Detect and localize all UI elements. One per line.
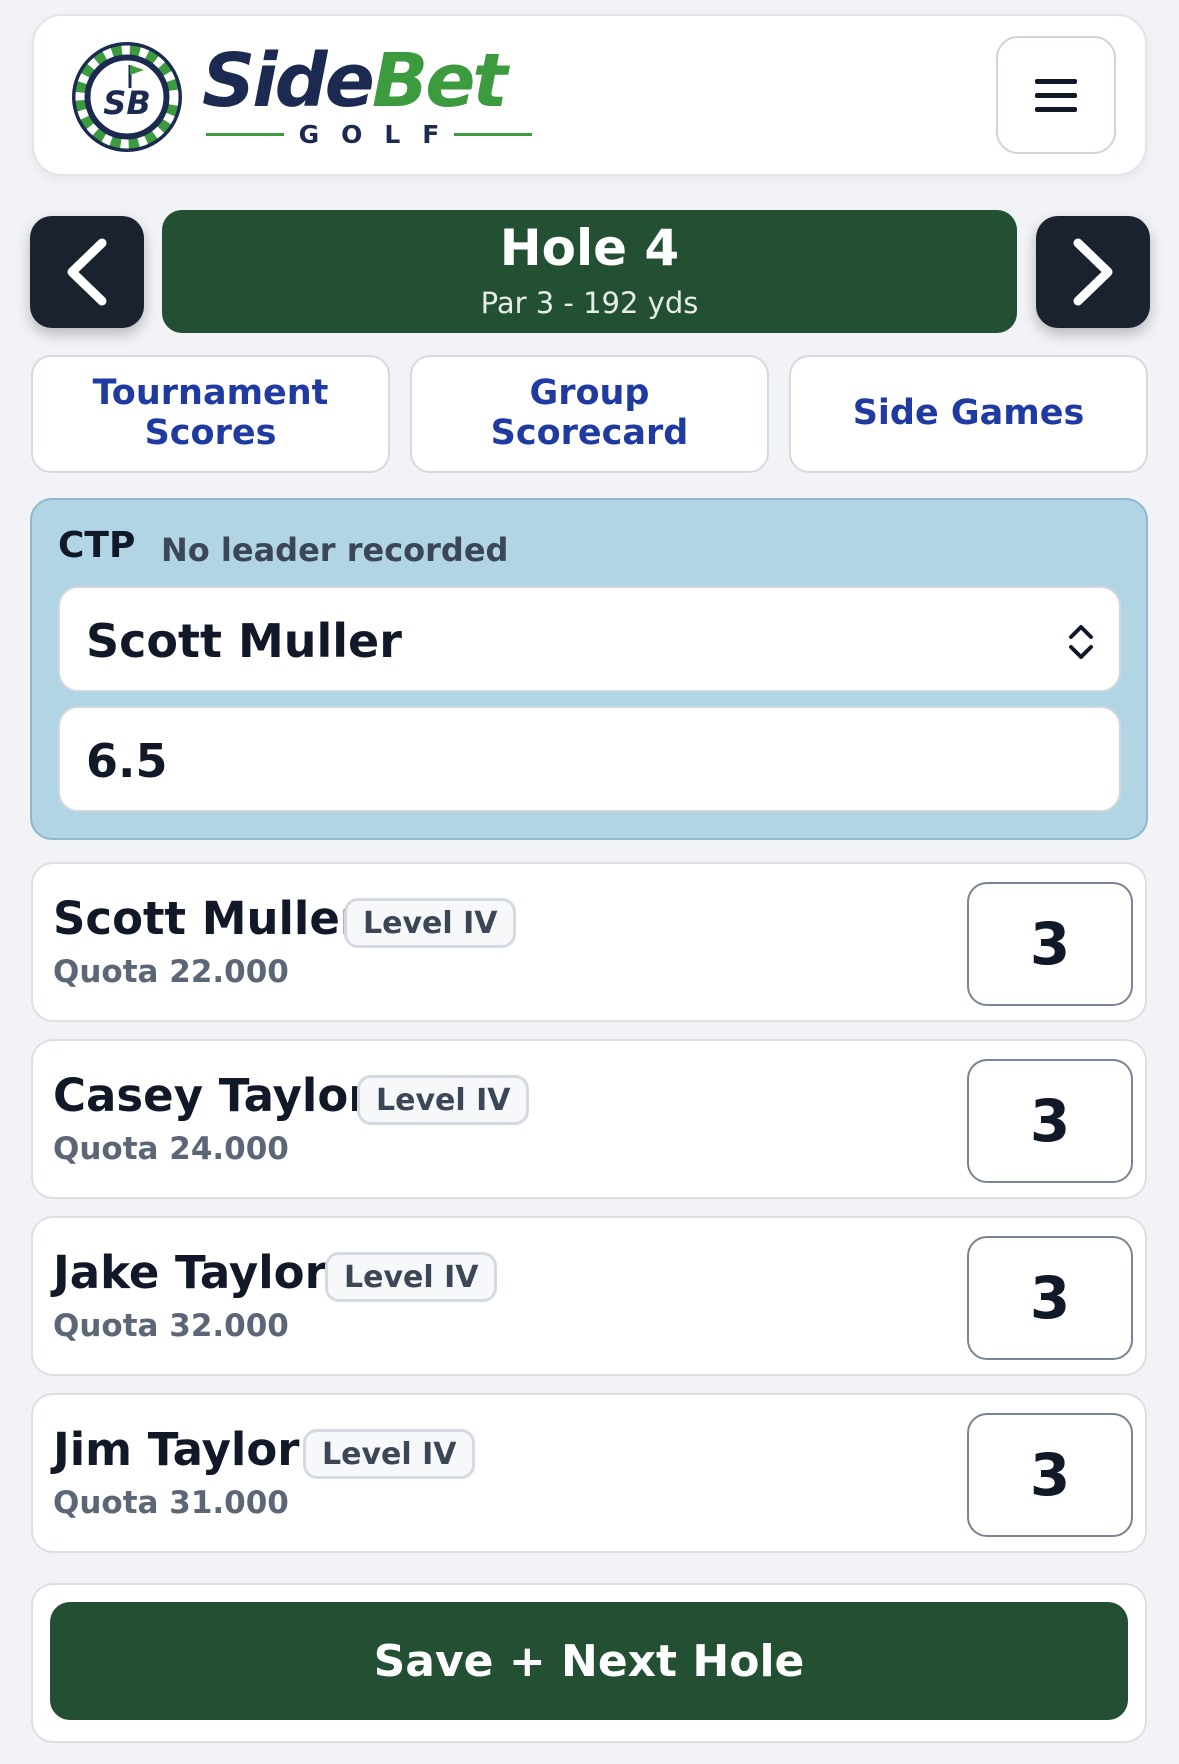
app-header: SB SideBet GOLF xyxy=(32,14,1147,176)
hole-header: Hole 4 Par 3 - 192 yds xyxy=(162,210,1017,333)
player-name: Jake Taylor xyxy=(53,1246,327,1299)
brand-tagline-row: GOLF xyxy=(206,119,532,149)
player-quota: Quota 32.000 xyxy=(53,1308,289,1344)
previous-hole-button[interactable] xyxy=(30,216,144,328)
ctp-selected-player: Scott Muller xyxy=(86,614,402,668)
hole-details: Par 3 - 192 yds xyxy=(480,286,699,320)
hamburger-icon-bar xyxy=(1035,78,1077,84)
ctp-distance-input[interactable]: 6.5 xyxy=(58,706,1121,812)
tab-side-games[interactable]: Side Games xyxy=(789,355,1148,473)
player-level-badge: Level IV xyxy=(325,1252,498,1302)
player-score-input[interactable]: 3 xyxy=(967,882,1133,1006)
player-row: Scott Muller Level IV Quota 22.000 3 xyxy=(31,862,1147,1022)
player-quota: Quota 31.000 xyxy=(53,1485,289,1521)
tab-label: Group Scorecard xyxy=(490,373,689,453)
ctp-distance-value: 6.5 xyxy=(86,734,168,788)
hole-title: Hole 4 xyxy=(499,219,680,277)
sidebet-wordmark: SideBet GOLF xyxy=(202,44,542,149)
player-level-badge: Level IV xyxy=(357,1075,530,1125)
ctp-player-select[interactable]: Scott Muller xyxy=(58,586,1121,692)
player-level-badge: Level IV xyxy=(344,898,517,948)
player-name: Scott Muller xyxy=(53,892,363,945)
player-name: Casey Taylor xyxy=(53,1069,371,1122)
tagline-divider-right xyxy=(454,132,532,136)
save-next-hole-button[interactable]: Save + Next Hole xyxy=(50,1602,1128,1720)
brand-tagline: GOLF xyxy=(298,119,462,149)
brand-name: SideBet xyxy=(202,44,508,118)
player-name: Jim Taylor xyxy=(53,1423,300,1476)
logo-badge-text: SB xyxy=(103,84,150,122)
chevron-right-icon xyxy=(1073,238,1113,306)
player-row: Casey Taylor Level IV Quota 24.000 3 xyxy=(31,1039,1147,1199)
hamburger-icon-bar xyxy=(1035,92,1077,98)
next-hole-button[interactable] xyxy=(1036,216,1150,328)
player-row: Jake Taylor Level IV Quota 32.000 3 xyxy=(31,1216,1147,1376)
player-score-input[interactable]: 3 xyxy=(967,1413,1133,1537)
tab-tournament-scores[interactable]: Tournament Scores xyxy=(31,355,390,473)
player-quota: Quota 22.000 xyxy=(53,954,289,990)
chevron-up-down-icon xyxy=(1069,625,1093,659)
tab-group-scorecard[interactable]: Group Scorecard xyxy=(410,355,769,473)
brand-name-bet: Bet xyxy=(371,38,508,124)
brand-name-side: Side xyxy=(202,38,375,124)
tab-label: Tournament Scores xyxy=(92,373,329,453)
hamburger-icon-bar xyxy=(1035,106,1077,112)
tagline-divider-left xyxy=(206,132,284,136)
chevron-left-icon xyxy=(67,238,107,306)
tab-label: Side Games xyxy=(852,393,1085,434)
ctp-status: No leader recorded xyxy=(161,531,509,569)
player-quota: Quota 24.000 xyxy=(53,1131,289,1167)
menu-button[interactable] xyxy=(996,36,1116,154)
player-level-badge: Level IV xyxy=(303,1429,476,1479)
player-score-input[interactable]: 3 xyxy=(967,1059,1133,1183)
player-score-input[interactable]: 3 xyxy=(967,1236,1133,1360)
sidebet-logo-badge-icon: SB xyxy=(72,42,182,152)
ctp-label: CTP xyxy=(58,525,136,566)
player-row: Jim Taylor Level IV Quota 31.000 3 xyxy=(31,1393,1147,1553)
